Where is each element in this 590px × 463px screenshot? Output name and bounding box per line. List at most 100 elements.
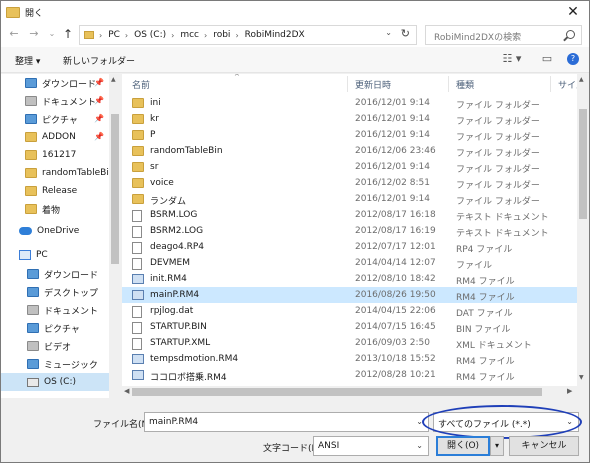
organize-button[interactable]: 整理 ▾ bbox=[15, 54, 40, 67]
breadcrumb-robimind2dx[interactable]: RobiMind2DX bbox=[245, 30, 305, 40]
file-row[interactable]: STARTUP.BIN 2014/07/15 16:45 BIN ファイル bbox=[122, 319, 577, 335]
up-icon[interactable]: ↑ bbox=[61, 27, 75, 41]
file-row[interactable]: BSRM2.LOG 2012/08/17 16:19 テキスト ドキュメント bbox=[122, 223, 577, 239]
breadcrumb-os-c[interactable]: OS (C:) bbox=[134, 30, 166, 40]
cancel-button[interactable]: キャンセル bbox=[509, 436, 579, 456]
nav-item-addon[interactable]: ADDON bbox=[25, 128, 76, 146]
scroll-up-icon[interactable]: ▲ bbox=[111, 76, 116, 83]
nav-item-pc[interactable]: PC bbox=[19, 246, 48, 264]
new-folder-button[interactable]: 新しいフォルダー bbox=[63, 54, 135, 67]
file-row[interactable]: deago4.RP4 2012/07/17 12:01 RP4 ファイル bbox=[122, 239, 577, 255]
file-row[interactable]: rpjlog.dat 2014/04/15 22:06 DAT ファイル bbox=[122, 303, 577, 319]
help-icon[interactable]: ? bbox=[567, 53, 579, 65]
nav-item-downloads-quick[interactable]: ダウンロード bbox=[25, 74, 96, 92]
file-row[interactable]: ココロボ搭乗.RM4 2012/08/28 10:21 RM4 ファイル bbox=[122, 367, 577, 383]
nav-item-kimono[interactable]: 着物 bbox=[25, 200, 60, 218]
refresh-icon[interactable]: ↻ bbox=[401, 27, 410, 40]
column-divider[interactable] bbox=[347, 76, 348, 92]
nav-scrollbar[interactable]: ▲ bbox=[109, 74, 120, 398]
breadcrumb-pc[interactable]: PC bbox=[108, 30, 120, 40]
nav-item-pictures-quick[interactable]: ピクチャ bbox=[25, 110, 78, 128]
filename-input[interactable]: mainP.RM4 ⌄ bbox=[144, 412, 429, 432]
nav-scrollbar-thumb[interactable] bbox=[111, 114, 119, 264]
chevron-right-icon[interactable]: › bbox=[235, 31, 238, 40]
breadcrumb-robi[interactable]: robi bbox=[213, 30, 230, 40]
column-header-date[interactable]: 更新日時 bbox=[355, 74, 391, 94]
file-date: 2016/12/01 9:14 bbox=[355, 130, 430, 140]
file-row[interactable]: DEVMEM 2014/04/14 12:07 ファイル bbox=[122, 255, 577, 271]
file-row[interactable]: voice 2016/12/02 8:51 ファイル フォルダー bbox=[122, 175, 577, 191]
chevron-right-icon[interactable]: › bbox=[125, 31, 128, 40]
search-input[interactable]: RobiMind2DXの検索 bbox=[425, 25, 582, 45]
file-row[interactable]: ini 2016/12/01 9:14 ファイル フォルダー bbox=[122, 95, 577, 111]
open-options-dropdown-icon[interactable]: ▾ bbox=[490, 436, 504, 456]
column-header-type[interactable]: 種類 bbox=[456, 74, 474, 94]
download-folder-icon bbox=[25, 78, 37, 88]
file-row[interactable]: init.RM4 2012/08/10 18:42 RM4 ファイル bbox=[122, 271, 577, 287]
nav-item-music[interactable]: ミュージック bbox=[27, 355, 98, 373]
search-placeholder: RobiMind2DXの検索 bbox=[434, 33, 522, 43]
file-date: 2016/12/01 9:14 bbox=[355, 114, 430, 124]
horizontal-scrollbar-thumb[interactable] bbox=[132, 388, 542, 396]
nav-item-os-c[interactable]: OS (C:) bbox=[1, 373, 109, 391]
file-row[interactable]: STARTUP.XML 2016/09/03 2:50 XML ドキュメント bbox=[122, 335, 577, 351]
pin-icon[interactable]: 📌 bbox=[94, 96, 104, 105]
nav-item-release[interactable]: Release bbox=[25, 182, 77, 200]
column-divider[interactable] bbox=[448, 76, 449, 92]
pin-icon[interactable]: 📌 bbox=[94, 114, 104, 123]
address-bar[interactable]: › PC › OS (C:) › mcc › robi › RobiMind2D… bbox=[79, 25, 417, 45]
address-dropdown-icon[interactable]: ⌄ bbox=[385, 28, 392, 37]
scroll-right-icon[interactable]: ▶ bbox=[567, 387, 572, 395]
vertical-scrollbar-thumb[interactable] bbox=[579, 109, 587, 219]
file-row[interactable]: kr 2016/12/01 9:14 ファイル フォルダー bbox=[122, 111, 577, 127]
pin-icon[interactable]: 📌 bbox=[94, 78, 104, 87]
nav-item-onedrive[interactable]: OneDrive bbox=[19, 222, 79, 240]
scroll-left-icon[interactable]: ◀ bbox=[124, 387, 129, 395]
file-row[interactable]: randomTableBin 2016/12/06 23:46 ファイル フォルダー bbox=[122, 143, 577, 159]
file-type-filter-select[interactable]: すべてのファイル (*.*) ⌄ bbox=[433, 412, 579, 432]
forward-icon[interactable]: → bbox=[27, 27, 41, 41]
scroll-down-icon[interactable]: ▼ bbox=[579, 374, 584, 381]
nav-item-videos[interactable]: ビデオ bbox=[27, 337, 71, 355]
preview-pane-icon[interactable]: ▭ bbox=[541, 53, 553, 65]
recent-locations-chevron-icon[interactable]: ⌄ bbox=[45, 27, 59, 41]
nav-item-documents[interactable]: ドキュメント bbox=[27, 301, 98, 319]
nav-item-pictures[interactable]: ピクチャ bbox=[27, 319, 80, 337]
nav-label: ピクチャ bbox=[44, 324, 80, 335]
breadcrumb-mcc[interactable]: mcc bbox=[180, 30, 199, 40]
file-type: ファイル フォルダー bbox=[456, 149, 540, 159]
file-row[interactable]: BSRM.LOG 2012/08/17 16:18 テキスト ドキュメント bbox=[122, 207, 577, 223]
column-header-name[interactable]: 名前 bbox=[132, 74, 150, 94]
pin-icon[interactable]: 📌 bbox=[94, 132, 104, 141]
close-icon[interactable]: ✕ bbox=[565, 4, 581, 20]
nav-item-documents-quick[interactable]: ドキュメント bbox=[25, 92, 96, 110]
chevron-down-icon[interactable]: ⌄ bbox=[566, 417, 573, 426]
column-divider[interactable] bbox=[550, 76, 551, 92]
nav-item-desktop[interactable]: デスクトップ bbox=[27, 283, 98, 301]
nav-label: ビデオ bbox=[44, 342, 72, 353]
open-button[interactable]: 開く(O) bbox=[436, 436, 490, 456]
chevron-down-icon[interactable]: ⌄ bbox=[416, 441, 423, 450]
file-date: 2012/08/10 18:42 bbox=[355, 274, 436, 284]
file-list-vertical-scrollbar[interactable]: ▲ ▼ bbox=[577, 74, 589, 386]
file-row[interactable]: sr 2016/12/01 9:14 ファイル フォルダー bbox=[122, 159, 577, 175]
chevron-down-icon[interactable]: ⌄ bbox=[416, 417, 423, 426]
view-options-icon[interactable]: ☷ ▾ bbox=[501, 53, 523, 65]
nav-item-161217[interactable]: 161217 bbox=[25, 146, 76, 164]
sort-ascending-icon: ^ bbox=[234, 74, 240, 81]
file-row[interactable]: mainP.RM4 2016/08/26 19:50 RM4 ファイル bbox=[122, 287, 577, 303]
file-row[interactable]: ランダム 2016/12/01 9:14 ファイル フォルダー bbox=[122, 191, 577, 207]
rm4-file-icon bbox=[132, 274, 144, 284]
chevron-right-icon[interactable]: › bbox=[171, 31, 174, 40]
back-icon[interactable]: ← bbox=[7, 27, 21, 41]
file-list-horizontal-scrollbar[interactable]: ◀ ▶ bbox=[122, 386, 589, 398]
nav-item-downloads[interactable]: ダウンロード bbox=[27, 265, 98, 283]
file-row[interactable]: tempsdmotion.RM4 2013/10/18 15:52 RM4 ファイル bbox=[122, 351, 577, 367]
nav-label: ドキュメント bbox=[42, 97, 97, 108]
nav-item-randomtablebin[interactable]: randomTableBin bbox=[25, 164, 115, 182]
scroll-up-icon[interactable]: ▲ bbox=[579, 76, 584, 83]
file-row[interactable]: P 2016/12/01 9:14 ファイル フォルダー bbox=[122, 127, 577, 143]
nav-label: Release bbox=[42, 186, 78, 196]
encoding-select[interactable]: ANSI ⌄ bbox=[313, 436, 429, 456]
chevron-right-icon[interactable]: › bbox=[204, 31, 207, 40]
